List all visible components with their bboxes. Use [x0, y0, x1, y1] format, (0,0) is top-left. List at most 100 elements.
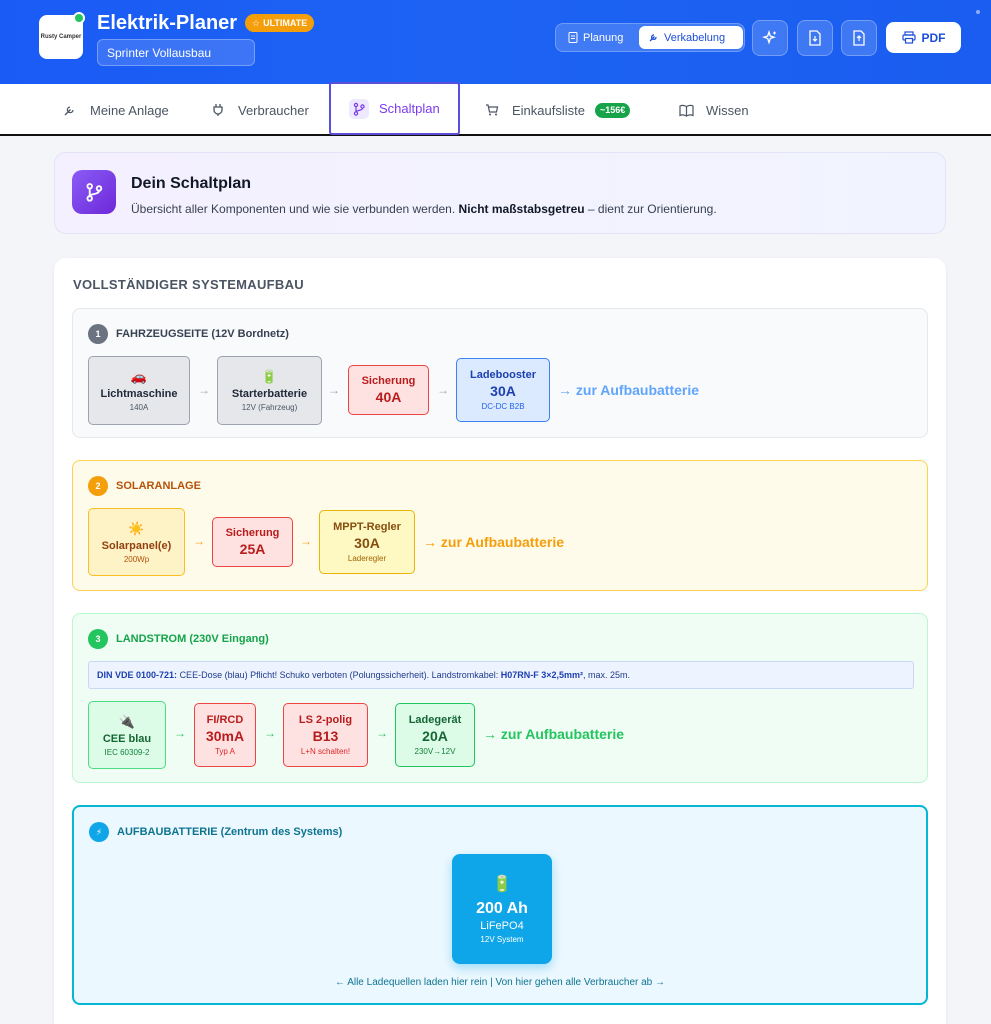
- tab-schaltplan[interactable]: Schaltplan: [329, 82, 460, 135]
- flow-arrow: →: [376, 726, 388, 740]
- import-button[interactable]: [841, 20, 877, 56]
- intro-title: Dein Schaltplan: [131, 175, 252, 192]
- lightning-icon: ⚡: [89, 822, 109, 842]
- component-name: Ladegerät: [408, 714, 462, 726]
- mode-verkabelung-button[interactable]: Verkabelung: [639, 26, 743, 49]
- git-branch-icon: [72, 170, 116, 214]
- book-icon: [676, 100, 696, 120]
- target-label: → zur Aufbaubatterie: [483, 726, 625, 742]
- battery-system-voltage: 12V System: [480, 935, 524, 944]
- component-value: 30A: [490, 383, 516, 399]
- component-sicherung-40a[interactable]: Sicherung 40A: [348, 365, 429, 415]
- component-name: Sicherung: [361, 375, 416, 387]
- car-icon: 🚗: [130, 369, 148, 384]
- intro-text-a: Übersicht aller Komponenten und wie sie …: [131, 202, 456, 216]
- target-label: → zur Aufbaubatterie: [558, 382, 700, 398]
- tab-verbraucher[interactable]: Verbraucher: [208, 84, 309, 136]
- mode-planung-button[interactable]: Planung: [559, 26, 632, 49]
- mode-verkabelung-label: Verkabelung: [664, 31, 726, 44]
- intro-text-b: – dient zur Orientierung.: [587, 202, 717, 216]
- section-header: 1 FAHRZEUGSEITE (12V Bordnetz): [88, 324, 289, 344]
- note-text-a: CEE-Dose (blau) Pflicht! Schuko verboten…: [179, 670, 499, 680]
- component-starterbatterie[interactable]: 🔋 Starterbatterie 12V (Fahrzeug): [217, 356, 322, 425]
- note-cable: H07RN-F 3×2,5mm²: [500, 670, 584, 680]
- tab-einkaufsliste[interactable]: Einkaufsliste ~156€: [482, 84, 631, 136]
- component-fi-rcd[interactable]: FI/RCD 30mA Typ A: [194, 703, 256, 767]
- price-badge: ~156€: [594, 102, 631, 118]
- pdf-button-label: PDF: [921, 30, 946, 45]
- section-aufbaubatterie: ⚡ AUFBAUBATTERIE (Zentrum des Systems) 🔋…: [72, 805, 928, 1005]
- component-name: Ladebooster: [469, 369, 536, 381]
- component-value: 30A: [354, 535, 380, 551]
- component-ladegeraet[interactable]: Ladegerät 20A 230V→12V: [395, 703, 475, 767]
- component-cee-blau[interactable]: 🔌 CEE blau IEC 60309-2: [88, 701, 166, 769]
- component-value: B13: [312, 728, 339, 744]
- wrench-icon: [60, 100, 80, 120]
- battery-icon: 🔋: [261, 369, 278, 384]
- component-spec: 12V (Fahrzeug): [241, 403, 298, 412]
- component-name: CEE blau: [102, 732, 152, 745]
- section-header: 3 LANDSTROM (230V Eingang): [88, 629, 269, 649]
- component-solarpanel[interactable]: ☀️ Solarpanel(e) 200Wp: [88, 508, 185, 576]
- component-name: LS 2-polig: [298, 714, 353, 726]
- system-overview-title: VOLLSTÄNDIGER SYSTEMAUFBAU: [73, 277, 304, 292]
- section-landstrom: 3 LANDSTROM (230V Eingang) DIN VDE 0100-…: [72, 613, 928, 783]
- component-spec: IEC 60309-2: [104, 747, 150, 757]
- flow-arrow: →: [198, 383, 210, 397]
- document-icon: [568, 32, 578, 43]
- cart-icon: [482, 100, 502, 120]
- component-mppt-regler[interactable]: MPPT-Regler 30A Laderegler: [319, 510, 415, 574]
- ultimate-badge: ☆ ULTIMATE: [245, 14, 315, 32]
- header-dot: [976, 10, 980, 14]
- component-ls-2-polig[interactable]: LS 2-polig B13 L+N schalten!: [283, 703, 368, 767]
- flow-arrow: →: [300, 534, 312, 548]
- intro-card: Dein Schaltplan Übersicht aller Komponen…: [54, 152, 946, 234]
- file-download-icon: [809, 30, 821, 46]
- git-branch-icon: [349, 98, 369, 119]
- flow-arrow: →: [193, 534, 205, 548]
- intro-text-bold: Nicht maßstabsgetreu: [458, 202, 585, 216]
- pdf-button[interactable]: PDF: [886, 22, 961, 53]
- tab-wissen-label: Wissen: [706, 102, 749, 118]
- component-spec: DC-DC B2B: [481, 402, 525, 411]
- flow-arrow: →: [264, 726, 276, 740]
- section-fahrzeugseite: 1 FAHRZEUGSEITE (12V Bordnetz) 🚗 Lichtma…: [72, 308, 928, 438]
- note-text-b: , max. 25m.: [583, 670, 631, 680]
- component-lichtmaschine[interactable]: 🚗 Lichtmaschine 140A: [88, 356, 190, 425]
- section-number: 3: [88, 629, 108, 649]
- ai-sparkle-button[interactable]: [752, 20, 788, 56]
- component-ladebooster[interactable]: Ladebooster 30A DC-DC B2B: [456, 358, 550, 422]
- tab-wissen[interactable]: Wissen: [676, 84, 749, 136]
- sparkle-icon: [762, 30, 777, 45]
- component-name: FI/RCD: [206, 714, 244, 726]
- mode-planung-label: Planung: [583, 31, 624, 44]
- component-name: MPPT-Regler: [333, 521, 401, 533]
- star-icon: ☆: [252, 17, 261, 28]
- section-solaranlage: 2 SOLARANLAGE ☀️ Solarpanel(e) 200Wp → S…: [72, 460, 928, 591]
- tab-schaltplan-label: Schaltplan: [379, 101, 440, 116]
- section-header: ⚡ AUFBAUBATTERIE (Zentrum des Systems): [89, 822, 342, 842]
- component-value: 30mA: [205, 728, 245, 744]
- component-spec: 230V→12V: [414, 747, 456, 756]
- section-header: 2 SOLARANLAGE: [88, 476, 201, 496]
- component-aufbaubatterie[interactable]: 🔋 200 Ah LiFePO4 12V System: [452, 854, 552, 964]
- component-sicherung-25a[interactable]: Sicherung 25A: [212, 517, 293, 567]
- tab-verbraucher-label: Verbraucher: [238, 102, 309, 118]
- component-spec: L+N schalten!: [300, 747, 351, 756]
- app-header: Rusty Camper Elektrik-Planer ☆ ULTIMATE S…: [0, 0, 991, 84]
- tab-meine-anlage-label: Meine Anlage: [90, 102, 169, 118]
- app-title: Elektrik-Planer: [97, 12, 238, 34]
- component-spec: 140A: [129, 403, 149, 412]
- component-spec: 200Wp: [123, 554, 150, 564]
- flow-arrow: →: [437, 383, 449, 397]
- tab-meine-anlage[interactable]: Meine Anlage: [60, 84, 169, 136]
- project-name-field[interactable]: Sprinter Vollausbau: [97, 39, 255, 66]
- component-name: Lichtmaschine: [100, 388, 178, 400]
- battery-caption: ← Alle Ladequellen laden hier rein | Von…: [334, 977, 666, 988]
- ultimate-badge-label: ULTIMATE: [263, 18, 308, 28]
- intro-text: Übersicht aller Komponenten und wie sie …: [131, 202, 717, 216]
- component-spec: Typ A: [214, 747, 235, 756]
- mode-switch: Planung Verkabelung: [555, 23, 745, 52]
- export-button[interactable]: [797, 20, 833, 56]
- section-title: FAHRZEUGSEITE (12V Bordnetz): [116, 328, 289, 340]
